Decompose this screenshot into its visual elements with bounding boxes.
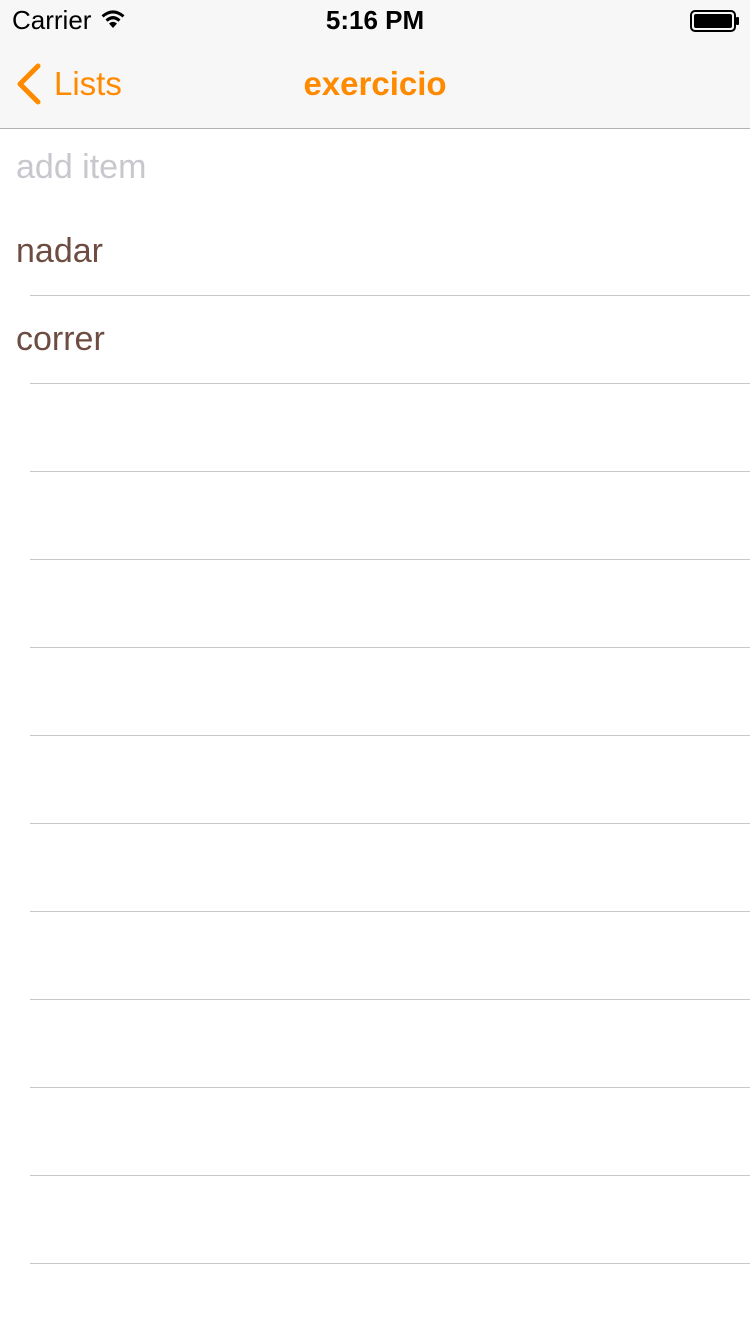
row-separator [30,1175,750,1176]
status-bar: Carrier 5:16 PM [0,0,750,40]
row-separator [30,383,750,384]
row-separator [30,735,750,736]
page-title: exercicio [303,65,447,102]
row-separator [30,823,750,824]
list-item[interactable]: nadar [0,207,750,295]
row-separator [30,559,750,560]
row-separator [30,911,750,912]
status-time: 5:16 PM [325,5,425,35]
list-item[interactable]: correr [0,295,750,383]
row-separator [30,1087,750,1088]
row-separator [30,471,750,472]
battery-icon [690,10,739,32]
row-separator [30,647,750,648]
row-separator [30,1263,750,1264]
list-item-label: correr [16,320,105,358]
add-item-input[interactable] [16,145,716,189]
row-separator [30,999,750,1000]
list-item-label: nadar [16,232,103,270]
navigation-bar: Lists exercicio [0,40,750,129]
